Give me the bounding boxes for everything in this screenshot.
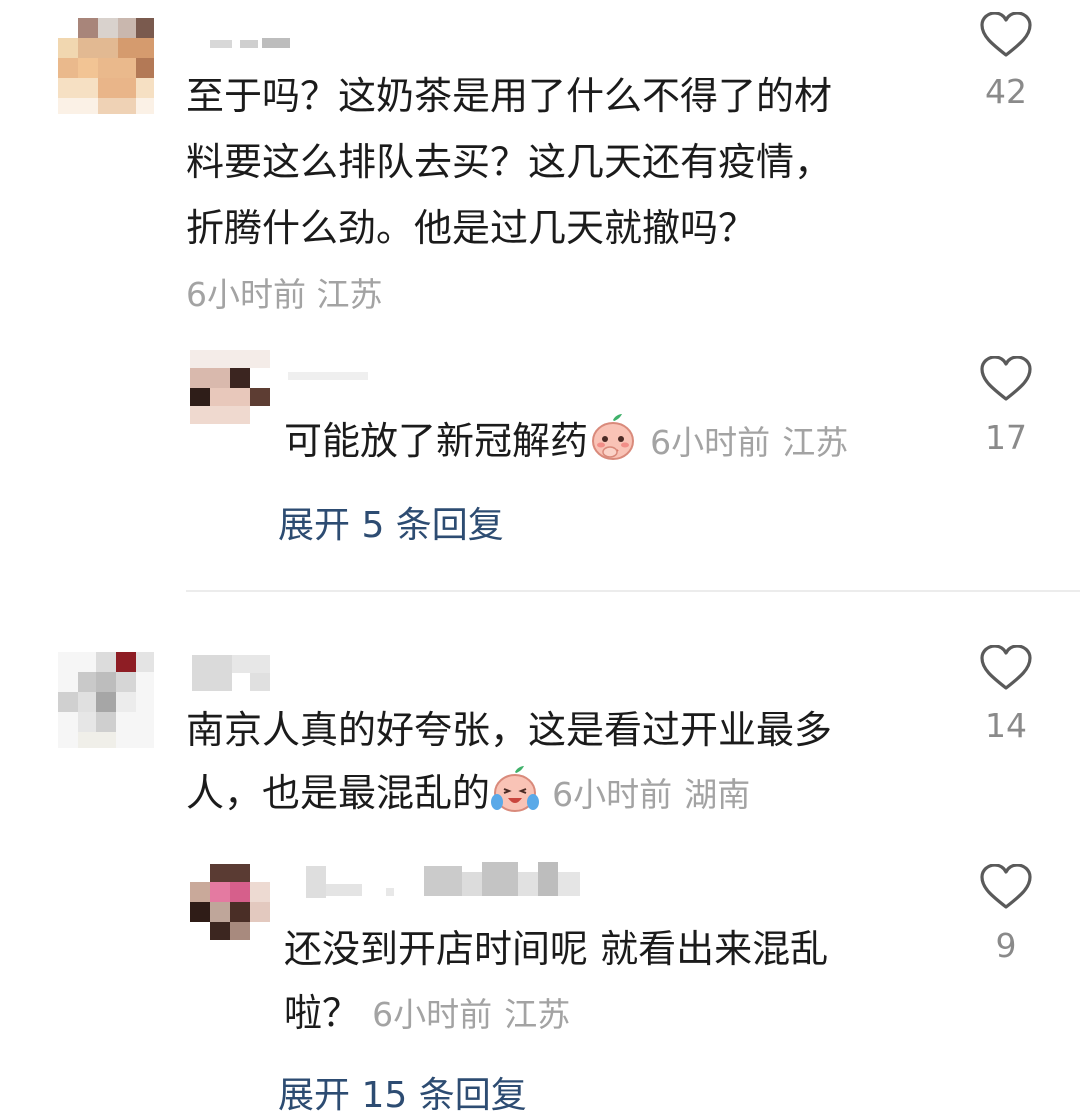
like-count: 17 — [985, 418, 1027, 457]
comment-text-line: 南京人真的好夸张，这是看过开业最多 — [186, 708, 833, 752]
divider — [186, 590, 1080, 592]
expand-replies-link[interactable]: 展开 15 条回复 — [278, 1066, 527, 1118]
reply-text: 可能放了新冠解药 6小时前 江苏 — [284, 408, 848, 476]
reply-location: 江苏 — [782, 423, 849, 462]
heart-outline-icon[interactable] — [980, 12, 1032, 58]
reply-username-blurred[interactable] — [306, 862, 586, 898]
avatar[interactable] — [58, 18, 154, 114]
heart-outline-icon[interactable] — [980, 356, 1032, 402]
reply-time: 6小时前 — [372, 995, 493, 1034]
comment-time: 6小时前 — [552, 775, 673, 814]
heart-outline-icon[interactable] — [980, 864, 1032, 910]
like-count: 42 — [985, 72, 1027, 111]
reply-avatar[interactable] — [190, 864, 270, 940]
peach-laugh-cry-emoji — [491, 766, 540, 812]
comment-text-line: 折腾什么劲。他是过几天就撤吗？ — [186, 206, 757, 250]
reply-location: 江苏 — [504, 995, 571, 1034]
reply-text-line: 还没到开店时间呢 就看出来混乱 — [284, 927, 829, 971]
comment-location: 江苏 — [316, 275, 383, 314]
comment-text-line: 至于吗？这奶茶是用了什么不得了的材 — [186, 74, 833, 118]
comment-text-line: 料要这么排队去买？这几天还有疫情， — [186, 140, 833, 184]
peach-shy-emoji — [592, 414, 635, 460]
username-blurred[interactable] — [192, 655, 272, 691]
expand-replies-link[interactable]: 展开 5 条回复 — [278, 496, 504, 548]
like-count: 14 — [985, 706, 1027, 745]
reply-text-line: 啦？ 6小时前 江苏 — [284, 991, 571, 1035]
username-blurred[interactable] — [210, 38, 290, 50]
reply-time: 6小时前 — [650, 423, 771, 462]
comment-location: 湖南 — [684, 775, 751, 814]
avatar[interactable] — [58, 652, 154, 748]
reply-username-blurred[interactable] — [288, 372, 368, 382]
comment-text-line: 人，也是最混乱的 6小时前 湖南 — [186, 760, 750, 828]
reply-avatar[interactable] — [190, 350, 270, 424]
like-count: 9 — [995, 926, 1017, 965]
heart-outline-icon[interactable] — [980, 645, 1032, 691]
comment-time: 6小时前 — [186, 275, 306, 314]
comment-meta: 6小时前 江苏 — [186, 268, 383, 316]
